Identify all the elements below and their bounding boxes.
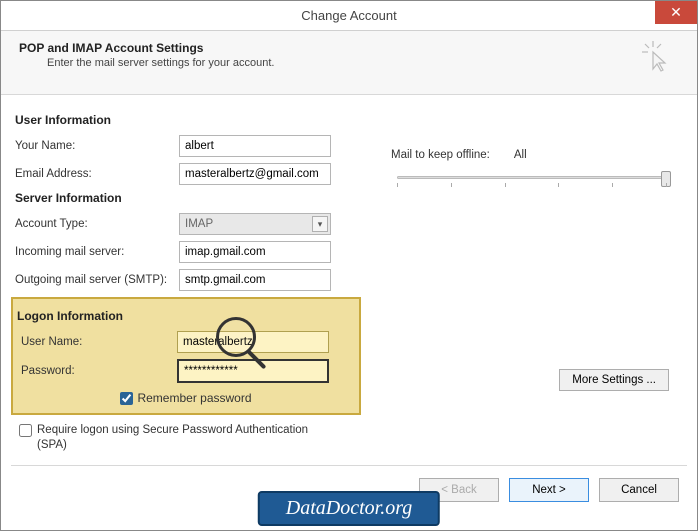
watermark: DataDoctor.org <box>258 491 440 526</box>
label-username: User Name: <box>21 336 177 348</box>
outgoing-server-input[interactable] <box>179 269 331 291</box>
email-input[interactable] <box>179 163 331 185</box>
row-outgoing: Outgoing mail server (SMTP): <box>11 269 361 291</box>
mail-keep-row: Mail to keep offline: All <box>391 149 673 161</box>
window-title: Change Account <box>301 8 396 23</box>
label-incoming: Incoming mail server: <box>15 246 179 258</box>
spa-checkbox[interactable] <box>19 424 32 437</box>
section-server-info: Server Information <box>15 191 361 205</box>
slider-line <box>397 176 667 179</box>
more-settings-button[interactable]: More Settings ... <box>559 369 669 391</box>
your-name-input[interactable] <box>179 135 331 157</box>
row-your-name: Your Name: <box>11 135 361 157</box>
section-logon-info: Logon Information <box>17 309 355 323</box>
label-remember: Remember password <box>137 391 251 405</box>
change-account-window: Change Account ✕ POP and IMAP Account Se… <box>0 0 698 531</box>
row-email: Email Address: <box>11 163 361 185</box>
titlebar: Change Account ✕ <box>1 1 697 31</box>
label-password: Password: <box>21 365 177 377</box>
close-button[interactable]: ✕ <box>655 1 697 24</box>
row-password: Password: <box>17 359 355 383</box>
right-column: Mail to keep offline: All More Settings … <box>391 109 687 453</box>
header-title: POP and IMAP Account Settings <box>19 41 274 55</box>
username-input[interactable] <box>177 331 329 353</box>
next-button[interactable]: Next > <box>509 478 589 502</box>
row-account-type: Account Type: IMAP ▾ <box>11 213 361 235</box>
close-icon: ✕ <box>670 4 682 21</box>
remember-password-checkbox[interactable] <box>120 392 133 405</box>
slider-ticks <box>397 183 667 187</box>
row-incoming: Incoming mail server: <box>11 241 361 263</box>
mail-keep-value: All <box>514 149 527 161</box>
logon-highlight-box: Logon Information User Name: Password: R… <box>11 297 361 415</box>
chevron-down-icon: ▾ <box>312 216 328 232</box>
label-email: Email Address: <box>15 168 179 180</box>
row-spa: Require logon using Secure Password Auth… <box>19 423 339 453</box>
account-type-value: IMAP <box>185 218 213 230</box>
section-user-info: User Information <box>15 113 361 127</box>
cancel-button[interactable]: Cancel <box>599 478 679 502</box>
label-account-type: Account Type: <box>15 218 179 230</box>
incoming-server-input[interactable] <box>179 241 331 263</box>
mail-keep-slider[interactable] <box>391 169 673 189</box>
content-area: User Information Your Name: Email Addres… <box>1 95 697 461</box>
label-spa: Require logon using Secure Password Auth… <box>37 423 339 453</box>
cursor-icon <box>639 39 669 80</box>
header-band: POP and IMAP Account Settings Enter the … <box>1 31 697 95</box>
password-input[interactable] <box>177 359 329 383</box>
header-subtitle: Enter the mail server settings for your … <box>47 57 274 69</box>
label-mail-keep: Mail to keep offline: <box>391 149 490 161</box>
label-your-name: Your Name: <box>15 140 179 152</box>
row-remember: Remember password <box>17 391 355 405</box>
left-column: User Information Your Name: Email Addres… <box>11 109 361 453</box>
label-outgoing: Outgoing mail server (SMTP): <box>15 274 179 286</box>
row-username: User Name: <box>17 331 355 353</box>
account-type-select[interactable]: IMAP ▾ <box>179 213 331 235</box>
